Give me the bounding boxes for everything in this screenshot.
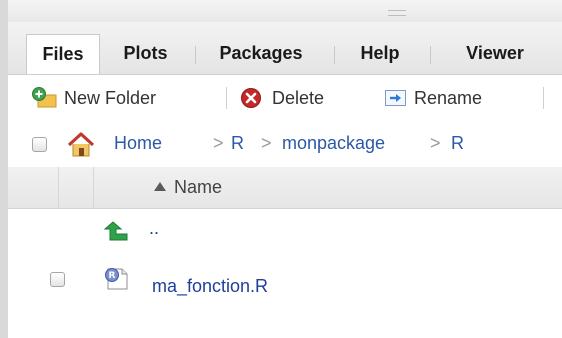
tab-divider bbox=[334, 46, 335, 64]
breadcrumb-separator: > bbox=[430, 133, 441, 153]
breadcrumb-separator: > bbox=[213, 133, 224, 153]
delete-button[interactable]: Delete bbox=[240, 85, 324, 111]
breadcrumb-monpackage[interactable]: monpackage bbox=[282, 133, 385, 154]
select-all-checkbox[interactable] bbox=[32, 137, 47, 152]
delete-icon bbox=[241, 88, 261, 108]
column-divider bbox=[93, 167, 94, 208]
column-divider bbox=[58, 167, 59, 208]
new-folder-button[interactable]: New Folder bbox=[32, 85, 156, 111]
toolbar-divider bbox=[226, 87, 227, 109]
tab-help[interactable]: Help bbox=[340, 34, 420, 74]
column-header-name[interactable]: Name bbox=[174, 177, 222, 198]
breadcrumb: Home > R > monpackage > R bbox=[8, 121, 562, 167]
new-folder-label: New Folder bbox=[64, 87, 157, 108]
parent-directory-row[interactable]: .. bbox=[8, 210, 562, 260]
rename-button[interactable]: Rename bbox=[384, 85, 482, 111]
new-folder-icon bbox=[32, 87, 57, 108]
resize-grip-icon[interactable] bbox=[388, 10, 406, 16]
file-name-link[interactable]: ma_fonction.R bbox=[152, 276, 268, 297]
rename-label: Rename bbox=[414, 87, 483, 108]
home-icon[interactable] bbox=[66, 132, 96, 158]
parent-directory-link[interactable]: .. bbox=[149, 218, 159, 239]
delete-label: Delete bbox=[272, 87, 325, 108]
breadcrumb-r-current[interactable]: R bbox=[451, 133, 464, 154]
files-toolbar: New Folder Delete Rename bbox=[8, 75, 562, 121]
svg-text:R: R bbox=[109, 271, 116, 281]
breadcrumb-separator: > bbox=[261, 133, 272, 153]
parent-directory-icon bbox=[103, 221, 128, 241]
tab-packages[interactable]: Packages bbox=[198, 34, 324, 74]
tab-divider bbox=[195, 46, 196, 64]
left-pane-border bbox=[0, 0, 8, 338]
file-table-header: Name bbox=[8, 167, 562, 209]
tab-files[interactable]: Files bbox=[26, 34, 100, 74]
toolbar-divider bbox=[543, 87, 544, 109]
table-row[interactable]: R ma_fonction.R bbox=[8, 262, 562, 312]
sort-ascending-icon bbox=[154, 182, 166, 191]
breadcrumb-r[interactable]: R bbox=[231, 133, 244, 154]
tab-bar: Files Plots Packages Help Viewer bbox=[8, 22, 562, 75]
rename-icon bbox=[385, 90, 406, 106]
tab-divider bbox=[430, 46, 431, 64]
r-file-icon: R bbox=[105, 268, 128, 290]
files-pane: Files Plots Packages Help Viewer New Fol… bbox=[8, 0, 562, 338]
breadcrumb-home[interactable]: Home bbox=[114, 133, 162, 154]
tab-plots[interactable]: Plots bbox=[103, 34, 188, 74]
pane-resize-strip[interactable] bbox=[8, 0, 562, 22]
row-checkbox[interactable] bbox=[50, 272, 65, 287]
tab-viewer[interactable]: Viewer bbox=[434, 34, 556, 74]
